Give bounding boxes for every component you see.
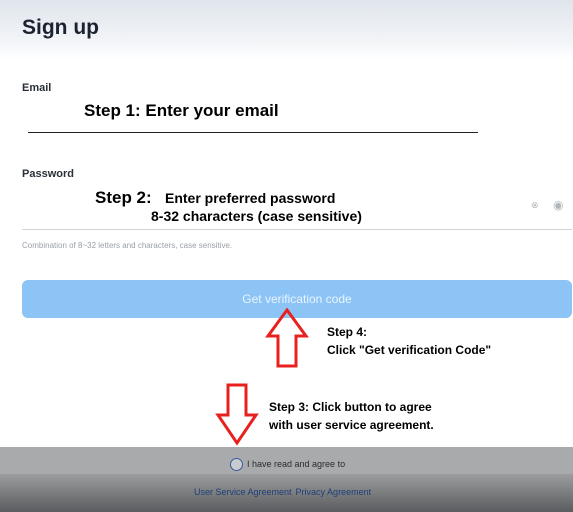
step2-annotation-lead: Step 2: bbox=[95, 188, 152, 207]
page-title: Sign up bbox=[22, 16, 99, 39]
step3-text: with user service agreement. bbox=[269, 418, 434, 432]
email-label: Email bbox=[22, 82, 52, 94]
step4-text: Click "Get verification Code" bbox=[327, 343, 492, 357]
agreement-links: User Service Agreement Privacy Agreement bbox=[194, 487, 375, 497]
agree-radio[interactable] bbox=[230, 458, 243, 471]
user-service-agreement-link[interactable]: User Service Agreement bbox=[194, 487, 292, 497]
eye-icon[interactable]: ◉ bbox=[553, 198, 563, 212]
password-hint: Combination of 8~32 letters and characte… bbox=[22, 241, 233, 250]
privacy-agreement-link[interactable]: Privacy Agreement bbox=[296, 487, 372, 497]
step2-annotation-line2: 8-32 characters (case sensitive) bbox=[151, 208, 362, 224]
step1-annotation: Step 1: Enter your email bbox=[84, 101, 279, 120]
step2-annotation: Enter preferred password bbox=[165, 190, 336, 206]
step3-title: Step 3: Click button to agree bbox=[269, 400, 432, 414]
up-arrow-icon bbox=[265, 307, 309, 368]
step4-title: Step 4: bbox=[327, 325, 368, 339]
password-label: Password bbox=[22, 168, 74, 180]
clear-icon[interactable]: ⊗ bbox=[531, 200, 539, 211]
email-field[interactable] bbox=[28, 132, 478, 133]
password-field[interactable] bbox=[22, 229, 572, 230]
agree-label: I have read and agree to bbox=[247, 459, 346, 469]
down-arrow-icon bbox=[215, 383, 259, 446]
